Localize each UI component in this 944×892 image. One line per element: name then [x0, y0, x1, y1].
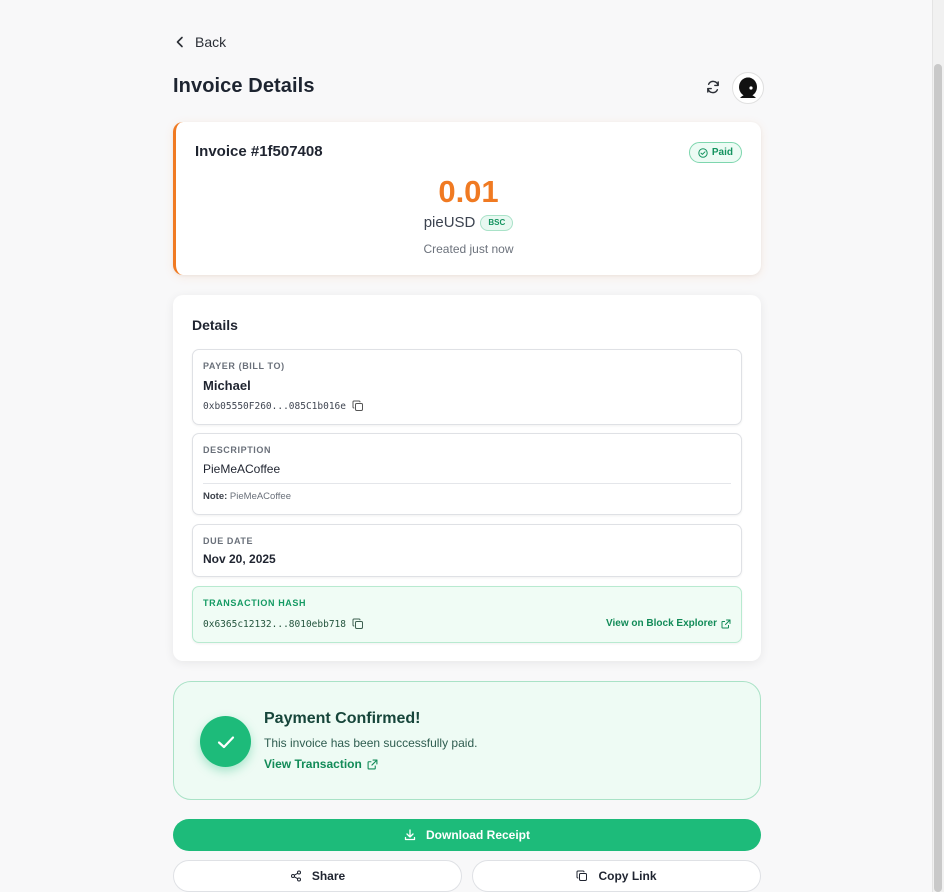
check-icon — [217, 735, 234, 748]
invoice-amount: 0.01 — [438, 174, 499, 209]
page-title: Invoice Details — [173, 75, 315, 97]
description-label: DESCRIPTION — [203, 445, 272, 455]
view-transaction-label: View Transaction — [264, 757, 362, 771]
payer-name: Michael — [203, 378, 251, 393]
back-label: Back — [195, 34, 227, 50]
details-card: Details PAYER (BILL TO) Michael 0xb05550… — [173, 295, 761, 661]
payer-field: PAYER (BILL TO) Michael 0xb05550F260...0… — [192, 349, 742, 425]
check-circle-icon — [698, 147, 708, 158]
scrollbar-track[interactable] — [932, 0, 944, 892]
user-avatar-icon — [739, 77, 757, 98]
transaction-hash-field: TRANSACTION HASH 0x6365c12132...8010ebb7… — [192, 586, 742, 643]
note-text: PieMeACoffee — [229, 491, 292, 502]
payment-confirmed-card: Payment Confirmed! This invoice has been… — [173, 681, 761, 800]
copy-icon[interactable] — [352, 618, 364, 630]
due-date-label: DUE DATE — [203, 536, 254, 546]
due-date-value: Nov 20, 2025 — [203, 552, 276, 566]
explorer-link-label: View on Block Explorer — [606, 618, 717, 629]
confirmation-subtitle: This invoice has been successfully paid. — [264, 736, 478, 750]
download-receipt-label: Download Receipt — [425, 828, 530, 842]
divider — [203, 483, 731, 484]
copy-icon — [576, 870, 588, 881]
transaction-hash-label: TRANSACTION HASH — [203, 598, 307, 608]
description-note: Note: PieMeACoffee — [203, 491, 291, 502]
chevron-left-icon — [176, 36, 183, 48]
transaction-hash: 0x6365c12132...8010ebb718 — [203, 618, 346, 630]
due-date-field: DUE DATE Nov 20, 2025 — [192, 524, 742, 577]
external-link-icon — [721, 619, 731, 628]
created-timestamp: Created just now — [423, 242, 514, 256]
transaction-hash-row: 0x6365c12132...8010ebb718 — [203, 618, 364, 630]
payer-address-row: 0xb05550F260...085C1b016e — [203, 400, 364, 412]
confirmation-title: Payment Confirmed! — [264, 710, 421, 727]
copy-link-button[interactable]: Copy Link — [472, 860, 761, 892]
status-label: Paid — [711, 147, 733, 158]
download-receipt-button[interactable]: Download Receipt — [173, 819, 761, 851]
chain-badge: BSC — [480, 214, 514, 231]
view-transaction-link[interactable]: View Transaction — [264, 757, 378, 771]
details-title: Details — [192, 317, 238, 333]
avatar[interactable] — [732, 72, 764, 104]
description-field: DESCRIPTION PieMeACoffee Note: PieMeACof… — [192, 433, 742, 515]
copy-icon[interactable] — [352, 400, 364, 412]
share-button[interactable]: Share — [173, 860, 462, 892]
external-link-icon — [367, 759, 378, 769]
note-label: Note: — [203, 491, 228, 502]
currency-label: pieUSD — [423, 214, 476, 231]
payer-label: PAYER (BILL TO) — [203, 361, 285, 371]
share-label: Share — [311, 869, 346, 883]
invoice-number: Invoice #1f507408 — [195, 143, 323, 160]
success-check-circle — [200, 716, 251, 767]
copy-link-label: Copy Link — [598, 869, 657, 883]
status-badge: Paid — [688, 142, 742, 163]
description-text: PieMeACoffee — [203, 462, 281, 476]
currency-row: pieUSD BSC — [176, 214, 761, 231]
download-icon — [404, 829, 416, 841]
back-button[interactable]: Back — [173, 34, 226, 50]
payer-address: 0xb05550F260...085C1b016e — [203, 400, 346, 412]
view-block-explorer-link[interactable]: View on Block Explorer — [606, 618, 731, 629]
scrollbar-thumb[interactable] — [934, 64, 942, 892]
invoice-summary-card: Invoice #1f507408 Paid 0.01 pieUSD BSC C… — [173, 122, 761, 275]
refresh-icon[interactable] — [705, 79, 721, 95]
share-icon — [290, 870, 301, 882]
